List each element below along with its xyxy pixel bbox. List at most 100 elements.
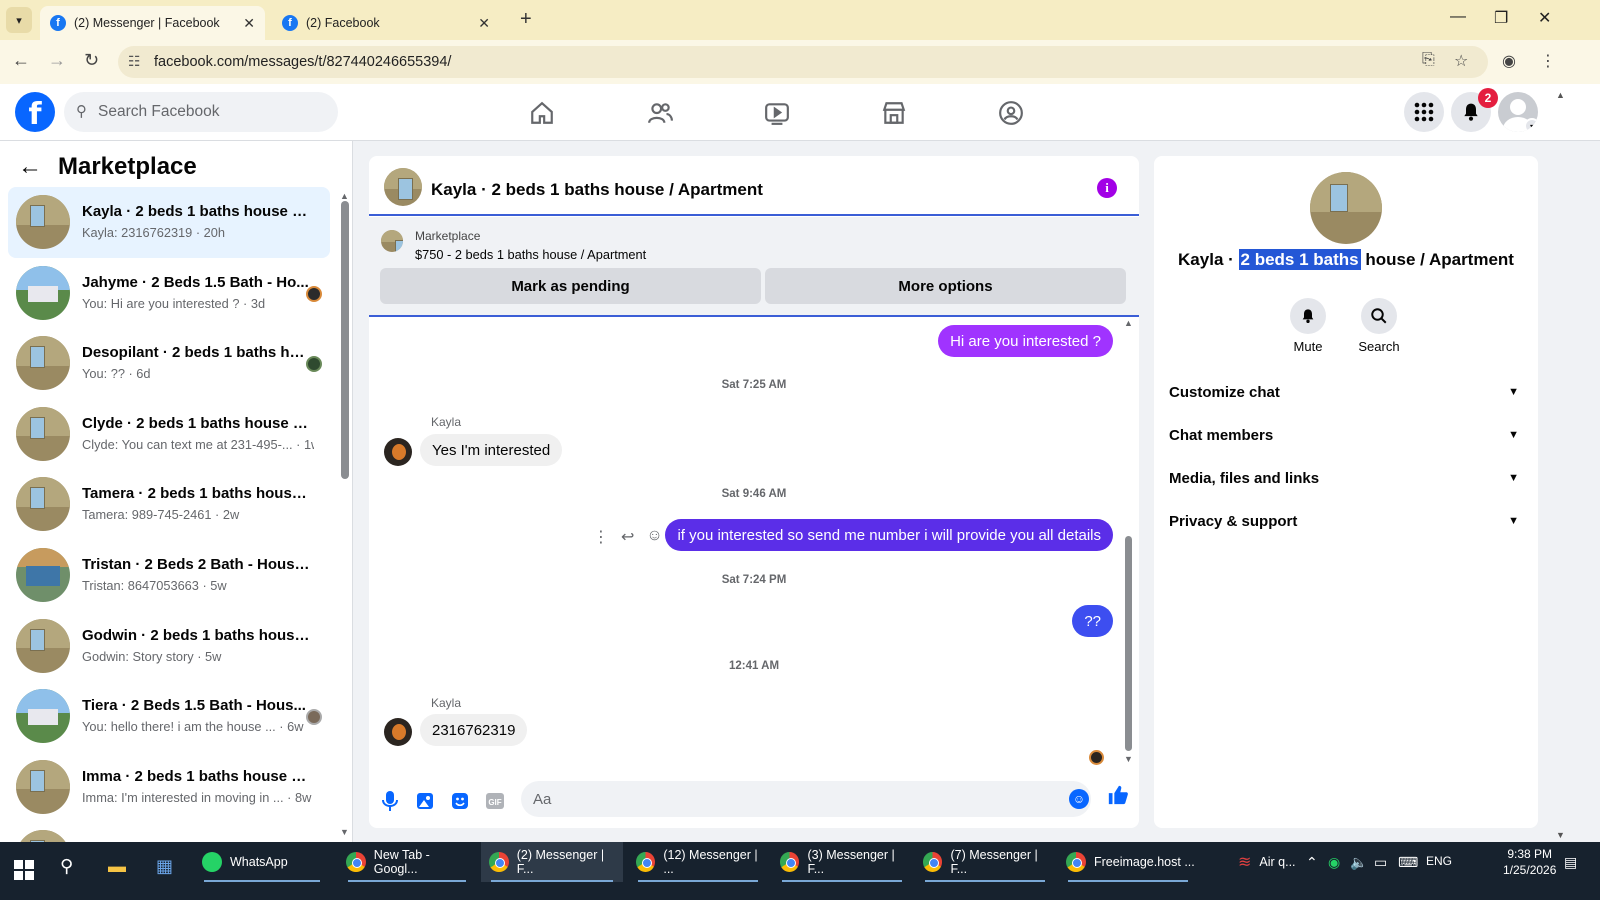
info-icon[interactable]: i	[1097, 178, 1117, 198]
conversation-item[interactable]: Imma · 2 beds 1 baths house / A... Imma:…	[8, 752, 330, 823]
restore-icon[interactable]: ❐	[1494, 8, 1508, 28]
sidebar-scrollbar[interactable]	[341, 201, 349, 479]
tab-facebook[interactable]: f (2) Facebook ✕	[272, 6, 500, 40]
battery-icon[interactable]: ▭	[1374, 854, 1387, 871]
conversation-item[interactable]: Tamera · 2 beds 1 baths house / ... Tame…	[8, 469, 330, 540]
conversation-item[interactable]: Kayla · 2 beds 1 baths house / A... Kayl…	[8, 187, 330, 258]
sticker-icon[interactable]	[449, 790, 471, 812]
conversation-item[interactable]: Desopilant · 2 beds 1 baths ho... You: ?…	[8, 328, 330, 399]
outgoing-message[interactable]: if you interested so send me number i wi…	[665, 519, 1113, 551]
clock[interactable]: 9:38 PM 1/25/2026	[1503, 846, 1556, 878]
new-tab-button[interactable]: +	[520, 8, 532, 31]
search-icon[interactable]: ⚲	[60, 856, 73, 877]
site-info-icon[interactable]: ☷	[128, 53, 141, 70]
taskbar-app-chrome[interactable]: (3) Messenger | F...	[772, 842, 912, 882]
privacy-support-section[interactable]: Privacy & support ▼	[1169, 501, 1523, 541]
incoming-message[interactable]: Yes I'm interested	[420, 434, 563, 466]
message-input[interactable]: Aa	[521, 781, 1091, 817]
gif-icon[interactable]: GIF	[484, 790, 506, 812]
apps-menu-icon[interactable]	[1404, 92, 1444, 132]
scroll-up-arrow[interactable]: ▲	[340, 191, 349, 201]
message-composer: GIF Aa ☺	[369, 774, 1139, 828]
taskbar-app-chrome[interactable]: Freeimage.host ...	[1058, 842, 1198, 882]
account-avatar[interactable]: ▾	[1498, 92, 1538, 132]
chat-members-section[interactable]: Chat members ▼	[1169, 415, 1523, 455]
taskbar-app-chrome[interactable]: (12) Messenger | ...	[628, 842, 768, 882]
reply-icon[interactable]: ↩	[621, 527, 634, 547]
home-icon[interactable]	[527, 98, 557, 128]
conversation-item[interactable]	[8, 822, 330, 842]
bookmark-star-icon[interactable]: ☆	[1454, 51, 1468, 71]
volume-icon[interactable]: 🔈	[1350, 854, 1367, 871]
outgoing-message[interactable]: Hi are you interested ?	[938, 325, 1113, 357]
friends-icon[interactable]	[645, 98, 675, 128]
incoming-message[interactable]: 2316762319	[420, 714, 528, 746]
network-icon[interactable]: ⌨	[1398, 854, 1418, 871]
show-hidden-icons-chevron-up-icon[interactable]: ⌃	[1306, 854, 1318, 871]
outgoing-message[interactable]: ??	[1072, 605, 1113, 637]
taskbar-app-chrome[interactable]: New Tab - Googl...	[338, 842, 476, 882]
forward-icon[interactable]: →	[48, 50, 66, 71]
mark-pending-button[interactable]: Mark as pending	[380, 268, 761, 304]
photo-icon[interactable]	[414, 790, 436, 812]
sender-avatar[interactable]	[384, 438, 412, 466]
emoji-icon[interactable]: ☺	[1069, 789, 1089, 809]
listing-thumbnail[interactable]	[1310, 172, 1382, 244]
whatsapp-tray-icon[interactable]: ◉	[1328, 854, 1340, 871]
marketplace-icon[interactable]	[879, 98, 909, 128]
groups-icon[interactable]	[996, 98, 1026, 128]
profile-icon[interactable]: ◉	[1502, 51, 1516, 71]
close-window-icon[interactable]: ✕	[1538, 8, 1551, 28]
customize-chat-section[interactable]: Customize chat ▼	[1169, 372, 1523, 412]
taskbar-app-chrome[interactable]: (2) Messenger | F...	[481, 842, 623, 882]
close-tab-icon[interactable]: ✕	[478, 15, 490, 32]
tab-messenger[interactable]: f (2) Messenger | Facebook ✕	[40, 6, 265, 40]
conversation-preview: You: Hi are you interested ? · 3d	[82, 295, 266, 311]
back-arrow-icon[interactable]: ←	[18, 153, 42, 181]
install-app-icon[interactable]: ⎘	[1422, 51, 1435, 69]
mute-button[interactable]: Mute	[1278, 298, 1338, 354]
url-field[interactable]: ☷ facebook.com/messages/t/82744024665539…	[118, 46, 1488, 78]
facebook-logo[interactable]: f	[15, 92, 55, 132]
conversation-item[interactable]: Godwin · 2 beds 1 baths house / ... Godw…	[8, 611, 330, 682]
windows-start-icon[interactable]	[14, 860, 34, 880]
language-indicator[interactable]: ENG	[1426, 854, 1452, 868]
chat-scrollbar[interactable]	[1125, 536, 1132, 751]
media-files-links-section[interactable]: Media, files and links ▼	[1169, 458, 1523, 498]
conversation-item[interactable]: Clyde · 2 beds 1 baths house / A... Clyd…	[8, 399, 330, 470]
sender-avatar[interactable]	[384, 718, 412, 746]
video-icon[interactable]	[762, 98, 792, 128]
close-tab-icon[interactable]: ✕	[243, 15, 255, 32]
listing-price[interactable]: $750 - 2 beds 1 baths house / Apartment	[415, 247, 646, 262]
search-conversation-button[interactable]: Search	[1349, 298, 1409, 354]
conversation-item[interactable]: Tiera · 2 Beds 1.5 Bath - Hous... You: h…	[8, 681, 330, 752]
listing-thumbnail	[16, 477, 70, 532]
more-options-button[interactable]: More options	[765, 268, 1126, 304]
reload-icon[interactable]: ↻	[84, 50, 99, 71]
microphone-icon[interactable]	[379, 790, 401, 812]
scroll-up-arrow[interactable]: ▲	[1124, 318, 1133, 328]
tab-search-button[interactable]: ▾	[6, 7, 32, 33]
page-scroll-down-arrow[interactable]: ▼	[1556, 830, 1565, 840]
listing-thumbnail[interactable]	[384, 168, 422, 206]
react-icon[interactable]: ☺	[646, 527, 662, 547]
taskbar-app-chrome[interactable]: (7) Messenger | F...	[915, 842, 1055, 882]
more-icon[interactable]: ⋮	[593, 527, 609, 547]
minimize-icon[interactable]: —	[1450, 8, 1466, 26]
file-explorer-icon[interactable]: ▬	[108, 856, 126, 877]
browser-menu-icon[interactable]: ⋮	[1540, 51, 1556, 71]
taskbar-app-whatsapp[interactable]: WhatsApp	[194, 842, 330, 882]
conversation-item[interactable]: Jahyme · 2 Beds 1.5 Bath - Ho... You: Hi…	[8, 258, 330, 329]
calculator-icon[interactable]: ▦	[156, 856, 173, 877]
thumbs-up-icon[interactable]	[1107, 784, 1129, 812]
chat-title[interactable]: Kayla · 2 beds 1 baths house / Apartment	[431, 180, 763, 200]
search-input[interactable]: ⚲ Search Facebook	[64, 92, 338, 132]
scroll-down-arrow[interactable]: ▼	[340, 827, 349, 837]
back-icon[interactable]: ←	[12, 50, 30, 71]
conversation-item[interactable]: Tristan · 2 Beds 2 Bath - House f... Tri…	[8, 540, 330, 611]
taskbar-weather-widget[interactable]: ≋ Air q...	[1230, 842, 1300, 882]
scroll-down-arrow[interactable]: ▼	[1124, 754, 1133, 764]
page-scroll-up-arrow[interactable]: ▲	[1556, 90, 1565, 100]
conversation-title: Jahyme · 2 Beds 1.5 Bath - Ho...	[82, 273, 309, 291]
notification-center-icon[interactable]: ▤	[1564, 854, 1577, 871]
